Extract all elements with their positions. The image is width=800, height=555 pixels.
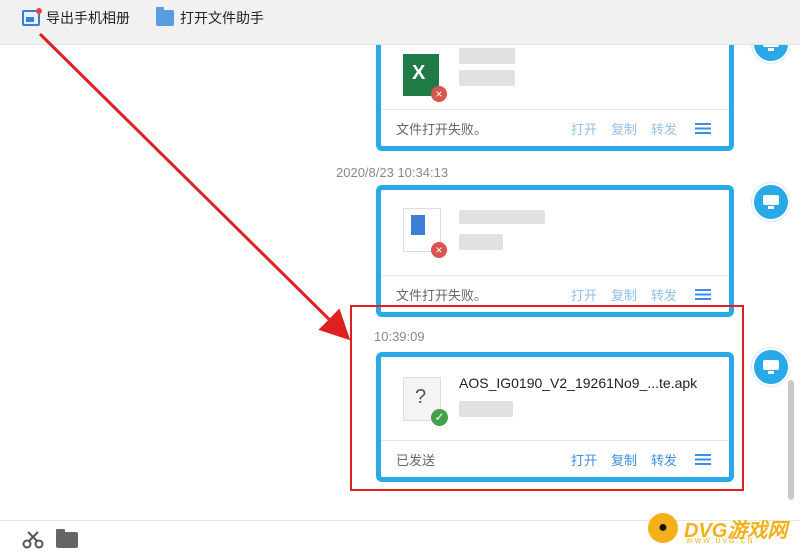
photo-album-icon <box>22 8 42 26</box>
message-timestamp: 2020/8/23 10:34:13 <box>336 165 449 180</box>
forward-link[interactable]: 转发 <box>651 285 677 304</box>
watermark: ● DVG游戏网 WWW.DVG.CN <box>648 508 787 548</box>
folder-icon[interactable] <box>56 529 78 548</box>
file-message[interactable]: × 文件打开失败。 打开 复制 转发 <box>376 185 734 317</box>
pc-avatar <box>752 348 790 386</box>
scrollbar[interactable] <box>788 380 794 500</box>
top-toolbar: 导出手机相册 打开文件助手 <box>0 0 800 45</box>
copy-link[interactable]: 复制 <box>611 285 637 304</box>
message-footer: 文件打开失败。 打开 复制 转发 <box>381 109 729 146</box>
forward-link[interactable]: 转发 <box>651 119 677 138</box>
error-icon: × <box>431 86 447 102</box>
message-status: 文件打开失败。 <box>396 287 488 303</box>
export-album-label: 导出手机相册 <box>46 10 130 26</box>
menu-icon[interactable] <box>695 122 711 134</box>
red-highlight-box <box>350 305 744 491</box>
menu-icon[interactable] <box>695 288 711 300</box>
open-file-helper-button[interactable]: 打开文件助手 <box>156 7 264 28</box>
gamepad-icon: ● <box>648 513 678 543</box>
file-message[interactable]: X × 文件打开失败。 打开 复制 转发 <box>376 45 734 151</box>
pc-avatar <box>752 183 790 221</box>
folder-icon <box>156 7 174 26</box>
export-album-button[interactable]: 导出手机相册 <box>22 8 130 28</box>
open-link[interactable]: 打开 <box>571 285 597 304</box>
watermark-sub: WWW.DVG.CN <box>686 538 755 545</box>
copy-link[interactable]: 复制 <box>611 119 637 138</box>
pc-avatar <box>752 45 790 63</box>
open-file-helper-label: 打开文件助手 <box>180 10 264 26</box>
open-link[interactable]: 打开 <box>571 119 597 138</box>
error-icon: × <box>431 242 447 258</box>
message-status: 文件打开失败。 <box>396 121 488 137</box>
scissors-icon[interactable] <box>22 531 44 549</box>
